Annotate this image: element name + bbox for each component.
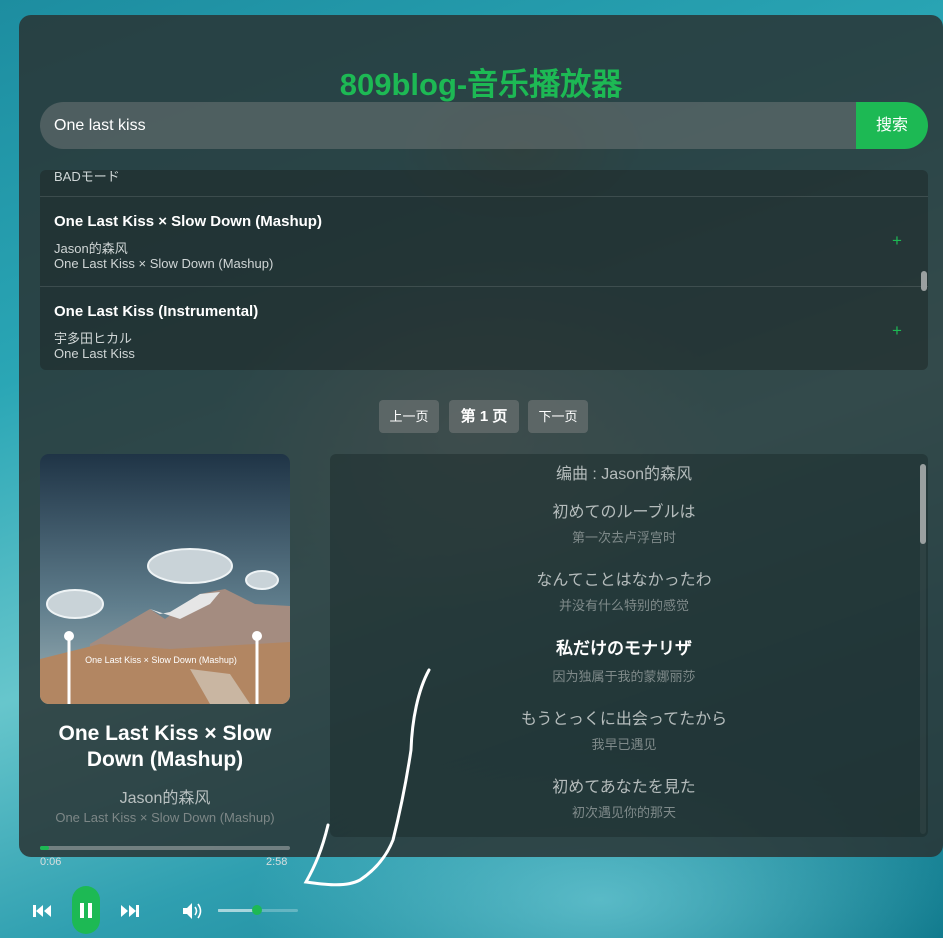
search-bar: One last kiss 搜索 <box>40 102 928 149</box>
result-album: One Last Kiss <box>54 346 135 361</box>
plus-icon[interactable]: + <box>892 231 902 251</box>
lyric-line: もうとっくに出会ってたから <box>520 711 728 728</box>
cover-caption: One Last Kiss × Slow Down (Mashup) <box>85 655 237 665</box>
results-scrollbar[interactable] <box>921 271 927 291</box>
lyric-line-current: 私だけのモナリザ <box>556 639 692 658</box>
volume-fill <box>218 909 254 912</box>
lyric-credit: 编曲 : Jason的森风 <box>555 466 693 483</box>
result-artist: 宇多田ヒカル <box>54 331 133 346</box>
result-row[interactable]: One Last Kiss (Instrumental) 宇多田ヒカル One … <box>40 286 928 370</box>
lyric-translation: 因为独属于我的蒙娜丽莎 <box>552 669 696 684</box>
lyrics-panel[interactable]: 编曲 : Jason的森风 初めてのルーブルは 第一次去卢浮宫时 なんてことはな… <box>330 454 928 837</box>
result-album: One Last Kiss × Slow Down (Mashup) <box>54 256 274 271</box>
search-button[interactable]: 搜索 <box>856 102 928 149</box>
lyric-translation: 初次遇见你的那天 <box>571 805 676 820</box>
lyric-line: 初めてあなたを見た <box>552 779 696 796</box>
result-title: One Last Kiss × Slow Down (Mashup) <box>54 213 322 230</box>
elapsed-time: 0:06 <box>40 856 62 868</box>
progress-bar[interactable] <box>40 846 290 850</box>
play-pause-button[interactable] <box>72 886 100 934</box>
speaker-icon[interactable] <box>181 900 205 927</box>
plus-icon[interactable]: + <box>892 321 902 341</box>
result-row[interactable]: One Last Kiss × Slow Down (Mashup) Jason… <box>40 196 928 287</box>
now-playing-artist: Jason的森风 <box>119 790 211 807</box>
page-indicator: 第 1 页 <box>449 400 519 433</box>
lyric-translation: 我早已遇见 <box>591 737 657 752</box>
now-playing-album: One Last Kiss × Slow Down (Mashup) <box>55 810 275 825</box>
now-playing-title: One Last Kiss × Slow Down (Mashup) <box>58 722 272 771</box>
app-title: 809blog-音乐播放器 <box>339 67 623 102</box>
prev-page-button[interactable]: 上一页 <box>379 400 439 433</box>
next-page-button[interactable]: 下一页 <box>528 400 588 433</box>
next-track-icon[interactable] <box>119 900 141 927</box>
pause-icon <box>80 903 84 918</box>
previous-track-icon[interactable] <box>31 900 53 927</box>
search-input[interactable]: One last kiss <box>40 102 856 149</box>
album-cover: One Last Kiss × Slow Down (Mashup) <box>40 454 290 704</box>
lyric-translation: 并没有什么特别的感觉 <box>558 598 689 613</box>
search-results: BADモード One Last Kiss × Slow Down (Mashup… <box>40 170 928 370</box>
result-artist: Jason的森风 <box>54 241 128 256</box>
pause-icon <box>88 903 92 918</box>
lyric-line: 初めてのルーブルは <box>552 504 696 521</box>
volume-knob[interactable] <box>252 905 262 915</box>
lyric-translation: 第一次去卢浮宫时 <box>571 530 676 545</box>
duration-time: 2:58 <box>266 856 288 868</box>
lyric-line: なんてことはなかったわ <box>536 572 712 589</box>
result-partial-label: BADモード <box>54 170 120 184</box>
lyrics-scrollbar[interactable] <box>920 464 926 544</box>
progress-fill <box>40 846 49 850</box>
player-panel: 809blog-音乐播放器 One last kiss 搜索 BADモード On… <box>19 15 943 857</box>
result-title: One Last Kiss (Instrumental) <box>54 303 259 320</box>
